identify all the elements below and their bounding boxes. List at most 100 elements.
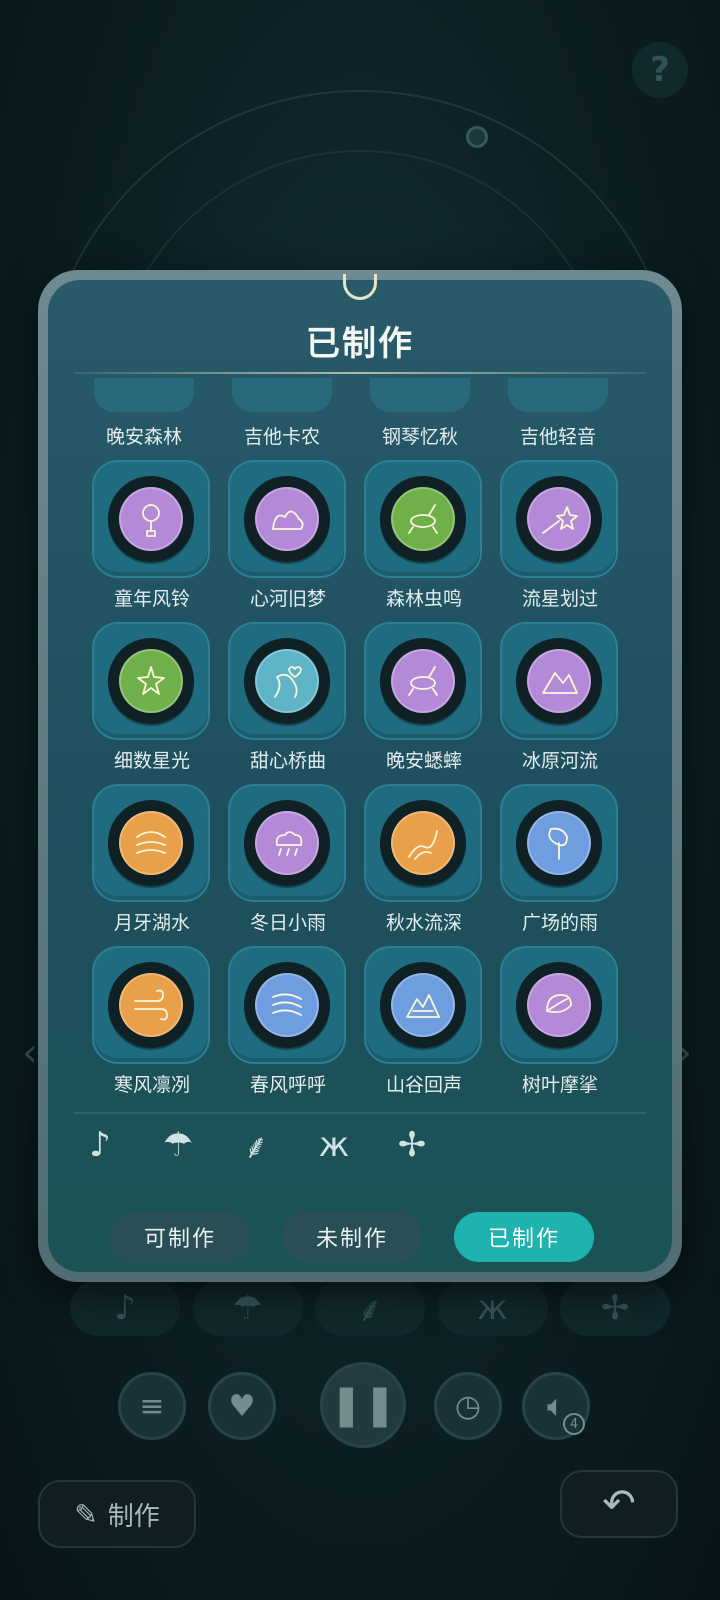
sound-tile[interactable]: [92, 784, 210, 902]
sound-tile[interactable]: [500, 460, 618, 578]
disc-ring: [516, 476, 602, 562]
disc-ring: [108, 638, 194, 724]
rain-cloud-icon: [275, 831, 303, 856]
tab-can-make[interactable]: 可制作: [110, 1212, 250, 1262]
sound-tile[interactable]: [364, 622, 482, 740]
sound-item-label: 甜心桥曲: [249, 750, 326, 772]
make-button-label: 制作: [107, 1501, 160, 1532]
sound-tile[interactable]: [500, 622, 618, 740]
sound-disc: [527, 973, 591, 1037]
sound-tile[interactable]: [228, 622, 346, 740]
sound-item[interactable]: 细数星光: [92, 622, 212, 772]
speaker-icon: 🔈︎: [547, 1388, 565, 1424]
heart-button[interactable]: ♥: [208, 1372, 276, 1440]
heart-river-icon: [274, 666, 302, 698]
sound-item[interactable]: 钢琴忆秋: [360, 378, 480, 449]
bush-icon: [272, 510, 304, 530]
timer-button[interactable]: ◷: [434, 1372, 502, 1440]
back-button[interactable]: ↶: [560, 1470, 678, 1538]
sound-disc: [119, 811, 183, 875]
music-note-icon[interactable]: ♪: [80, 1125, 120, 1165]
grass-icon[interactable]: ⸙: [236, 1125, 276, 1167]
pause-button[interactable]: ❚❚: [320, 1362, 406, 1448]
sound-item-label: 月牙湖水: [113, 912, 190, 934]
sound-item-label: 寒风凛冽: [113, 1074, 190, 1096]
sound-item[interactable]: 吉他卡农: [222, 378, 342, 449]
sound-grid: 晚安森林 吉他卡农 钢琴忆秋 吉他轻音 童年风铃 心河旧梦 森林虫鸣 流星划过细数星光…: [74, 378, 646, 1104]
hammer-icon: ✎: [74, 1497, 98, 1531]
sound-item-label: 钢琴忆秋: [381, 426, 458, 448]
tab-not-made[interactable]: 未制作: [282, 1212, 422, 1262]
rain-icon: ☂: [192, 1280, 303, 1336]
grass-icon: ⸙: [315, 1280, 425, 1336]
sound-item-label: 冬日小雨: [249, 912, 326, 934]
sound-tile[interactable]: [92, 946, 210, 1064]
sound-item-label: 吉他轻音: [519, 426, 596, 448]
sound-item[interactable]: 吉他轻音: [498, 378, 618, 449]
sound-item[interactable]: 冬日小雨: [228, 784, 348, 934]
rain-icon[interactable]: ☂: [158, 1125, 198, 1165]
pinwheel-icon[interactable]: ✢: [392, 1125, 432, 1165]
sound-disc: [527, 487, 591, 551]
dialog-title: 已制作: [306, 324, 414, 364]
leaf-icon: [548, 827, 568, 860]
butterfly-icon[interactable]: ж: [314, 1125, 354, 1165]
make-button[interactable]: ✎ 制作: [38, 1480, 196, 1548]
sound-item-label: 童年风铃: [113, 588, 190, 610]
sound-item[interactable]: 心河旧梦: [228, 460, 348, 610]
tab-made[interactable]: 已制作: [454, 1212, 594, 1262]
sound-disc: [119, 649, 183, 713]
volume-count-badge: 4: [563, 1413, 585, 1435]
background-category-row: ♪ ☂ ⸙ ж ✢: [70, 1280, 670, 1340]
sound-tile[interactable]: [228, 946, 346, 1064]
sound-tile[interactable]: [500, 946, 618, 1064]
sound-item[interactable]: 月牙湖水: [92, 784, 212, 934]
sound-item[interactable]: 春风呼呼: [228, 946, 348, 1096]
disc-ring: [380, 638, 466, 724]
sound-tile[interactable]: [92, 622, 210, 740]
sound-item-label: 山谷回声: [385, 1074, 462, 1096]
sound-item[interactable]: 树叶摩挲: [500, 946, 620, 1096]
sound-item[interactable]: 流星划过: [500, 460, 620, 610]
sound-tile[interactable]: [500, 784, 618, 902]
sound-tile[interactable]: [364, 946, 482, 1064]
sound-item[interactable]: 冰原河流: [500, 622, 620, 772]
tile-edge: [370, 378, 470, 412]
disc-ring: [380, 800, 466, 886]
sound-tile[interactable]: [228, 460, 346, 578]
sound-disc: [391, 811, 455, 875]
sound-item-label: 冰原河流: [521, 750, 598, 772]
status-tabs: 可制作 未制作 已制作: [110, 1212, 610, 1268]
sound-item[interactable]: 甜心桥曲: [228, 622, 348, 772]
sound-item-label: 森林虫鸣: [385, 588, 462, 610]
sound-item[interactable]: 童年风铃: [92, 460, 212, 610]
sound-disc: [119, 487, 183, 551]
sound-tile[interactable]: [92, 460, 210, 578]
music-note-icon: ♪: [70, 1280, 180, 1336]
sound-item-label: 流星划过: [521, 588, 598, 610]
playlist-favorite-button[interactable]: ≡: [118, 1372, 186, 1440]
disc-ring: [108, 800, 194, 886]
sound-item[interactable]: 广场的雨: [500, 784, 620, 934]
help-button[interactable]: ?: [632, 42, 688, 98]
sound-item[interactable]: 山谷回声: [364, 946, 484, 1096]
disc-ring: [244, 638, 330, 724]
disc-ring: [516, 800, 602, 886]
breeze-icon: [272, 993, 302, 1016]
sound-item-label: 吉他卡农: [243, 426, 320, 448]
sound-item[interactable]: 寒风凛冽: [92, 946, 212, 1096]
butterfly-icon: ж: [437, 1280, 548, 1336]
sound-tile[interactable]: [228, 784, 346, 902]
sound-item[interactable]: 秋水流深: [364, 784, 484, 934]
sound-tile[interactable]: [364, 784, 482, 902]
sound-item-label: 春风呼呼: [249, 1074, 326, 1096]
river-icon: [408, 830, 438, 860]
background-knob: [466, 126, 488, 148]
sound-disc: [391, 973, 455, 1037]
sound-item[interactable]: 晚安森林: [84, 378, 204, 449]
volume-button[interactable]: 🔈︎ 4: [522, 1372, 590, 1440]
sound-tile[interactable]: [364, 460, 482, 578]
sound-item-label: 晚安蟋蟀: [385, 750, 462, 772]
sound-item[interactable]: 森林虫鸣: [364, 460, 484, 610]
sound-item[interactable]: 晚安蟋蟀: [364, 622, 484, 772]
